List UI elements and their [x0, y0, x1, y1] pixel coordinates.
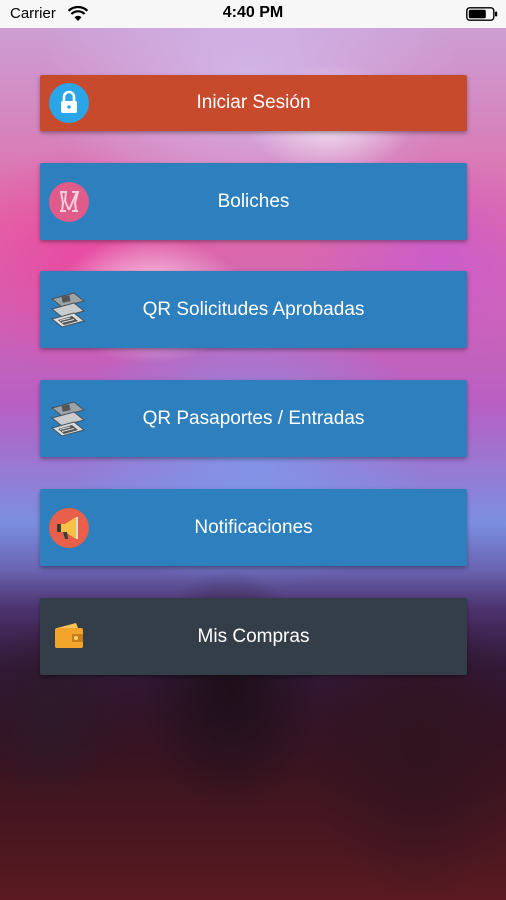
notifications-button[interactable]: Notificaciones [40, 489, 467, 566]
my-purchases-button-label: Mis Compras [197, 625, 310, 647]
my-purchases-button[interactable]: Mis Compras [40, 598, 467, 675]
notifications-button-label: Notificaciones [194, 516, 313, 538]
qr-passes-tickets-label: QR Pasaportes / Entradas [142, 407, 365, 429]
boliches-button-label: Boliches [217, 190, 290, 212]
login-button-label: Iniciar Sesión [196, 92, 311, 113]
login-button[interactable]: Iniciar Sesión [40, 75, 467, 131]
battery-icon [466, 7, 498, 21]
clock: 4:40 PM [222, 4, 284, 21]
qr-approved-requests-label: QR Solicitudes Aprobadas [142, 298, 365, 320]
qr-passes-tickets-button[interactable]: QR Pasaportes / Entradas [40, 380, 467, 457]
boliches-button[interactable]: Boliches [40, 163, 467, 240]
status-bar: Carrier 4:40 PM [0, 0, 506, 28]
qr-approved-requests-button[interactable]: QR Solicitudes Aprobadas [40, 271, 467, 348]
